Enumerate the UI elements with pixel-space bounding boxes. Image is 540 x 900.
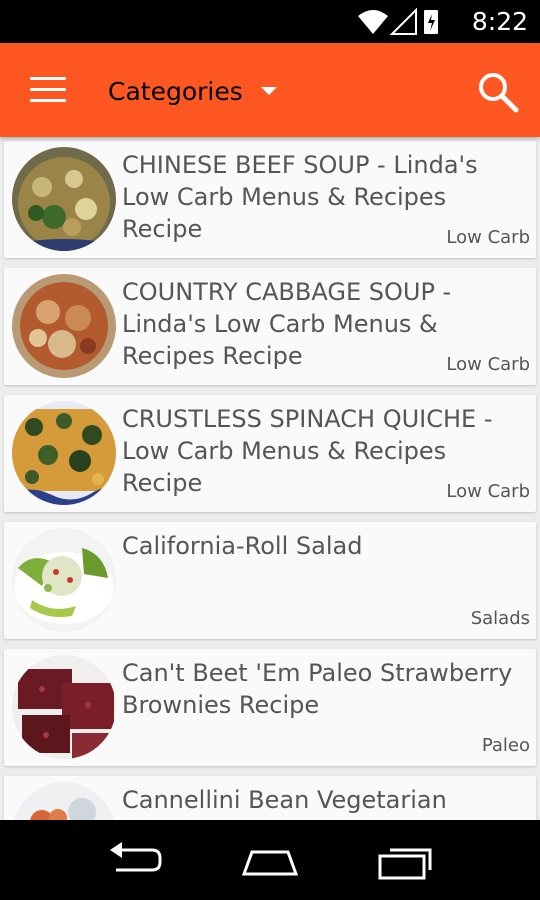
recipe-title: Cannellini Bean Vegetarian (122, 786, 447, 814)
recipe-category: Low Carb (446, 481, 530, 502)
recent-apps-icon[interactable] (376, 838, 436, 882)
menu-icon[interactable] (30, 77, 66, 105)
recipe-thumbnail (12, 147, 116, 251)
recipe-title: California-Roll Salad (122, 532, 363, 560)
recipe-thumbnail (12, 782, 116, 820)
home-icon[interactable] (240, 838, 300, 882)
status-icons (358, 8, 438, 35)
recipe-card[interactable]: COUNTRY CABBAGE SOUP - Linda's Low Carb … (4, 268, 536, 385)
back-icon[interactable] (106, 838, 164, 882)
recipe-thumbnail (12, 274, 116, 378)
categories-label: Categories (108, 76, 243, 106)
recipe-card[interactable]: CRUSTLESS SPINACH QUICHE - Low Carb Menu… (4, 395, 536, 512)
recipe-card[interactable]: CHINESE BEEF SOUP - Linda's Low Carb Men… (4, 141, 536, 258)
recipe-card[interactable]: Cannellini Bean Vegetarian (4, 776, 536, 820)
clock: 8:22 (471, 7, 528, 36)
recipe-card[interactable]: Can't Beet 'Em Paleo Strawberry Brownies… (4, 649, 536, 766)
recipe-list[interactable]: CHINESE BEEF SOUP - Linda's Low Carb Men… (0, 137, 540, 820)
recipe-category: Salads (470, 608, 530, 629)
search-icon[interactable] (476, 70, 520, 114)
recipe-thumbnail (12, 655, 116, 759)
recipe-category: Low Carb (446, 354, 530, 375)
recipe-thumbnail (12, 401, 116, 505)
recipe-title: Can't Beet 'Em Paleo Strawberry Brownies… (122, 659, 513, 719)
recipe-card[interactable]: California-Roll Salad Salads (4, 522, 536, 639)
navigation-bar (0, 820, 540, 900)
app-bar: Categories (0, 43, 540, 137)
recipe-category: Paleo (481, 735, 530, 756)
wifi-icon (358, 10, 388, 34)
status-bar: 8:22 (0, 0, 540, 43)
recipe-category: Low Carb (446, 227, 530, 248)
categories-dropdown[interactable]: Categories (108, 71, 277, 111)
recipe-thumbnail (12, 528, 116, 632)
dropdown-caret-icon (260, 87, 277, 95)
signal-icon (389, 8, 417, 35)
